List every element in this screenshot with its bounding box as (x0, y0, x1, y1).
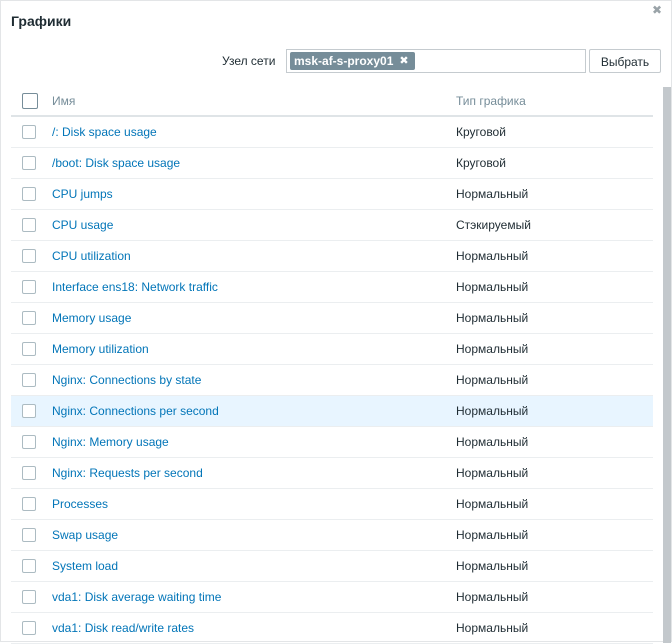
graph-type: Нормальный (456, 435, 529, 449)
selected-host-label: msk-af-s-proxy01 (294, 54, 394, 68)
graph-type: Нормальный (456, 311, 529, 325)
graph-type: Нормальный (456, 373, 529, 387)
selected-host-chip: msk-af-s-proxy01 ✖ (290, 52, 415, 70)
table-row: vda1: Disk average waiting time Нормальны… (11, 582, 653, 613)
graph-type: Стэкируемый (456, 218, 531, 232)
graph-name-link[interactable]: Nginx: Connections by state (52, 373, 201, 387)
graph-name-link[interactable]: System load (52, 559, 118, 573)
table-row: CPU utilization Нормальный (11, 241, 653, 272)
column-header-name[interactable]: Имя (52, 94, 75, 108)
select-all-checkbox[interactable] (22, 93, 38, 109)
row-checkbox[interactable] (22, 280, 36, 294)
graph-name-link[interactable]: vda1: Disk average waiting time (52, 590, 221, 604)
scrollbar[interactable] (663, 87, 671, 643)
row-checkbox[interactable] (22, 125, 36, 139)
graph-name-link[interactable]: CPU jumps (52, 187, 113, 201)
table-row: Processes Нормальный (11, 489, 653, 520)
graph-type: Нормальный (456, 466, 529, 480)
column-header-type: Тип графика (456, 94, 526, 108)
host-filter-row: Узел сети msk-af-s-proxy01 ✖ Выбрать (1, 49, 672, 75)
graphs-dialog: Графики ✖ Узел сети msk-af-s-proxy01 ✖ В… (0, 0, 672, 644)
graph-type: Круговой (456, 125, 506, 139)
graph-type: Нормальный (456, 528, 529, 542)
remove-host-icon[interactable]: ✖ (399, 52, 408, 70)
graph-type: Нормальный (456, 280, 529, 294)
table-row: /boot: Disk space usage Круговой (11, 148, 653, 179)
table-row: Interface ens18: Network traffic Нормальн… (11, 272, 653, 303)
table-row: Memory utilization Нормальный (11, 334, 653, 365)
graph-name-link[interactable]: Memory utilization (52, 342, 149, 356)
row-checkbox[interactable] (22, 187, 36, 201)
graph-type: Нормальный (456, 590, 529, 604)
graph-type: Нормальный (456, 249, 529, 263)
scrollbar-thumb[interactable] (663, 87, 671, 643)
row-checkbox[interactable] (22, 218, 36, 232)
row-checkbox[interactable] (22, 435, 36, 449)
host-multiselect[interactable]: msk-af-s-proxy01 ✖ (286, 49, 586, 73)
table-row: /: Disk space usage Круговой (11, 117, 653, 148)
graph-name-link[interactable]: Interface ens18: Network traffic (52, 280, 218, 294)
close-icon[interactable]: ✖ (652, 4, 662, 16)
row-checkbox[interactable] (22, 404, 36, 418)
graph-name-link[interactable]: CPU utilization (52, 249, 131, 263)
table-row: vda1: Disk read/write rates Нормальный (11, 613, 653, 644)
table-header: Имя Тип графика (11, 86, 653, 117)
graph-name-link[interactable]: Nginx: Connections per second (52, 404, 219, 418)
graph-name-link[interactable]: /: Disk space usage (52, 125, 157, 139)
row-checkbox[interactable] (22, 311, 36, 325)
graph-name-link[interactable]: Swap usage (52, 528, 118, 542)
row-checkbox[interactable] (22, 590, 36, 604)
row-checkbox[interactable] (22, 528, 36, 542)
table-row: Nginx: Requests per second Нормальный (11, 458, 653, 489)
table-row: Memory usage Нормальный (11, 303, 653, 334)
graph-name-link[interactable]: vda1: Disk read/write rates (52, 621, 194, 635)
row-checkbox[interactable] (22, 373, 36, 387)
graph-type: Нормальный (456, 559, 529, 573)
select-host-button[interactable]: Выбрать (589, 49, 661, 73)
graph-name-link[interactable]: /boot: Disk space usage (52, 156, 180, 170)
table-row: Nginx: Connections per second Нормальный (11, 396, 653, 427)
host-label: Узел сети (222, 54, 276, 68)
row-checkbox[interactable] (22, 466, 36, 480)
graph-name-link[interactable]: Nginx: Requests per second (52, 466, 203, 480)
graphs-table: Имя Тип графика /: Disk space usage Круго… (11, 86, 653, 644)
graph-type: Нормальный (456, 187, 529, 201)
table-row: Nginx: Memory usage Нормальный (11, 427, 653, 458)
row-checkbox[interactable] (22, 249, 36, 263)
graph-name-link[interactable]: Processes (52, 497, 108, 511)
graph-name-link[interactable]: CPU usage (52, 218, 113, 232)
graph-name-link[interactable]: Memory usage (52, 311, 131, 325)
table-row: CPU jumps Нормальный (11, 179, 653, 210)
dialog-title: Графики (11, 13, 72, 29)
graph-name-link[interactable]: Nginx: Memory usage (52, 435, 169, 449)
graph-type: Нормальный (456, 342, 529, 356)
row-checkbox[interactable] (22, 497, 36, 511)
table-row: CPU usage Стэкируемый (11, 210, 653, 241)
graph-type: Нормальный (456, 497, 529, 511)
row-checkbox[interactable] (22, 621, 36, 635)
table-body: /: Disk space usage Круговой/boot: Disk s… (11, 117, 653, 644)
row-checkbox[interactable] (22, 559, 36, 573)
graph-type: Нормальный (456, 404, 529, 418)
table-row: Swap usage Нормальный (11, 520, 653, 551)
graph-type: Нормальный (456, 621, 529, 635)
row-checkbox[interactable] (22, 342, 36, 356)
table-row: Nginx: Connections by state Нормальный (11, 365, 653, 396)
row-checkbox[interactable] (22, 156, 36, 170)
table-row: System load Нормальный (11, 551, 653, 582)
graph-type: Круговой (456, 156, 506, 170)
